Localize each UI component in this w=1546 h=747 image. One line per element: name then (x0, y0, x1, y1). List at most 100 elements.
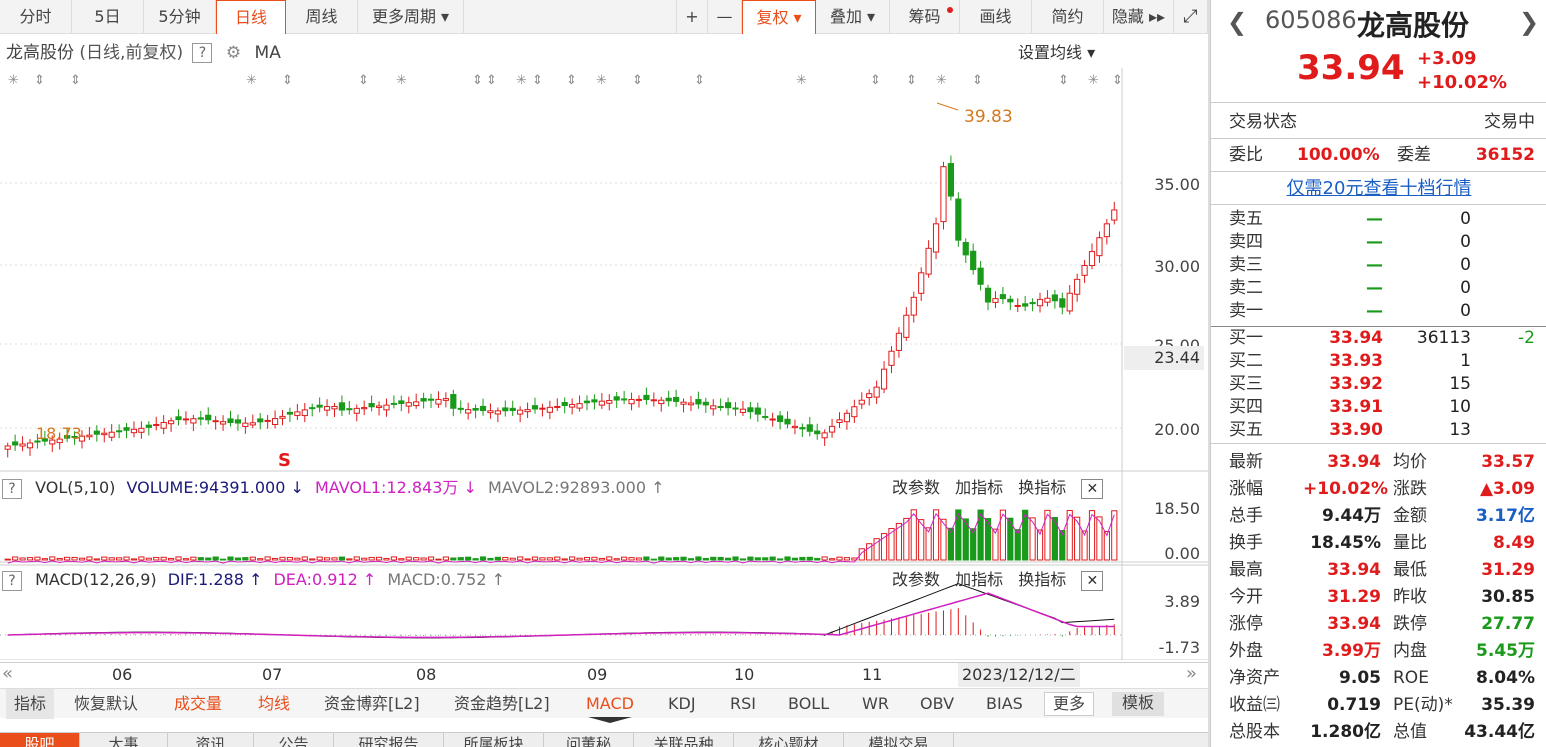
event-marker-icon[interactable]: ✳ (936, 73, 947, 88)
wr-button[interactable]: WR (862, 689, 889, 719)
tab-news[interactable]: 资讯 (168, 733, 254, 747)
prev-stock-icon[interactable]: ❮ (1227, 8, 1247, 36)
event-marker-icon[interactable]: ✳ (396, 73, 407, 88)
restore-default-button[interactable]: 恢复默认 (74, 689, 138, 719)
stat-row: 涨幅 +10.02% 涨跌 ▲3.09 (1211, 478, 1546, 501)
candle-body (279, 415, 286, 419)
event-marker-icon[interactable]: ⇕ (532, 73, 543, 88)
tab-sim-trading[interactable]: 模拟交易 (844, 733, 954, 747)
tab-core-themes[interactable]: 核心题材 (734, 733, 844, 747)
event-marker-icon[interactable]: ✳ (796, 73, 807, 88)
event-marker-icon[interactable]: ⇕ (870, 73, 881, 88)
candle-body (346, 408, 353, 411)
macd-name: MACD(12,26,9) (35, 570, 157, 589)
scroll-left-icon[interactable]: « (2, 663, 13, 684)
candle-body (598, 400, 605, 406)
level2-promo-link[interactable]: 仅需20元查看十档行情 (1211, 177, 1546, 200)
collapse-handle-icon[interactable] (588, 717, 632, 723)
event-marker-icon[interactable]: ⇕ (70, 73, 81, 88)
tab-sectors[interactable]: 所属板块 (444, 733, 544, 747)
candle-body (999, 294, 1006, 300)
volume-bar (502, 556, 509, 561)
scroll-right-icon[interactable]: » (1186, 663, 1197, 684)
vol-switch-indicator[interactable]: 换指标 (1018, 478, 1066, 497)
volume-bar (271, 557, 279, 561)
tab-research[interactable]: 研究报告 (334, 733, 444, 747)
event-marker-icon[interactable]: ⇕ (566, 73, 577, 88)
candle-body (1029, 302, 1036, 305)
event-marker-icon[interactable]: ⇕ (34, 73, 45, 88)
candle-body (153, 424, 160, 427)
event-marker-icon[interactable]: ⇕ (486, 73, 497, 88)
event-marker-icon[interactable]: ⇕ (632, 73, 643, 88)
vol-close-icon[interactable]: ✕ (1081, 478, 1104, 499)
vol-add-indicator[interactable]: 加指标 (955, 478, 1003, 497)
volume-indicator-button[interactable]: 成交量 (174, 689, 222, 719)
macd-switch-indicator[interactable]: 换指标 (1018, 570, 1066, 589)
macd-y-max: 3.89 (1164, 592, 1200, 611)
template-button[interactable]: 模板 (1112, 692, 1165, 716)
stat-value: 33.94 (1327, 560, 1381, 580)
rsi-button[interactable]: RSI (730, 689, 756, 719)
candle-body (739, 408, 747, 413)
kline-chart[interactable]: ✳ ⇕ ⇕ ✳ ⇕ ⇕ ✳ ⇕ ⇕ ✳ ⇕ ⇕ ✳ ⇕ ⇕ ✳ ⇕ ⇕ ✳ ⇕ ⇕ ✳ ⇕ 39.83 18.73 S (0, 0, 1208, 660)
vol-edit-params[interactable]: 改参数 (892, 478, 940, 497)
tab-ask-secretary[interactable]: 问董秘 (544, 733, 634, 747)
macd-edit-params[interactable]: 改参数 (892, 570, 940, 589)
event-marker-icon[interactable]: ⇕ (282, 73, 293, 88)
event-marker-icon[interactable]: ✳ (1088, 73, 1099, 88)
ma-indicator-button[interactable]: 均线 (258, 689, 290, 719)
capital-trend-button[interactable]: 资金趋势[L2] (454, 689, 550, 719)
x-label-07: 07 (262, 665, 283, 684)
candle-body (301, 409, 308, 417)
stat-value: 43.44亿 (1464, 722, 1535, 742)
volume-bar (413, 557, 420, 561)
candle-body (784, 418, 791, 425)
more-indicators-button[interactable]: 更多 (1044, 692, 1095, 716)
vol-help-button[interactable]: ? (2, 478, 22, 499)
event-marker-icon[interactable]: ⇕ (694, 73, 705, 88)
stat-label: 金额 (1393, 506, 1427, 526)
candle-body (992, 298, 999, 303)
event-marker-icon[interactable]: ⇕ (472, 73, 483, 88)
candle-body (175, 416, 182, 421)
candle-body (836, 419, 843, 424)
event-marker-icon[interactable]: ✳ (596, 73, 607, 88)
volume-bar (650, 558, 657, 561)
candle-body (888, 350, 895, 366)
volume-bar (205, 557, 212, 561)
event-marker-icon[interactable]: ⇕ (1058, 73, 1069, 88)
bid-volume: 10 (1449, 397, 1471, 417)
candle-body (234, 419, 242, 424)
stat-label: 总值 (1393, 722, 1427, 742)
candle-body (242, 422, 249, 427)
event-marker-icon[interactable]: ✳ (246, 73, 257, 88)
kdj-button[interactable]: KDJ (668, 689, 696, 719)
stat-label: 外盘 (1229, 641, 1263, 661)
macd-indicator-button[interactable]: MACD (586, 689, 634, 719)
macd-add-indicator[interactable]: 加指标 (955, 570, 1003, 589)
next-stock-icon[interactable]: ❯ (1519, 8, 1539, 36)
macd-help-button[interactable]: ? (2, 570, 22, 591)
event-marker-icon[interactable]: ⇕ (972, 73, 983, 88)
event-marker-icon[interactable]: ⇕ (906, 73, 917, 88)
tab-related[interactable]: 关联品种 (634, 733, 734, 747)
event-marker-icon[interactable]: ⇕ (1112, 73, 1123, 88)
tab-announcements[interactable]: 公告 (254, 733, 334, 747)
bias-button[interactable]: BIAS (986, 689, 1023, 719)
macd-close-icon[interactable]: ✕ (1081, 570, 1104, 591)
candle-body (702, 401, 709, 406)
capital-game-button[interactable]: 资金博弈[L2] (324, 689, 420, 719)
tab-forum[interactable]: 股吧 (0, 733, 80, 747)
event-marker-icon[interactable]: ✳ (516, 73, 527, 88)
obv-button[interactable]: OBV (920, 689, 954, 719)
tab-events[interactable]: 大事 (80, 733, 168, 747)
candle-body (1066, 292, 1073, 312)
candle-body (450, 394, 457, 409)
volume-bar (249, 556, 256, 561)
x-axis: « 06 07 08 09 10 11 2023/12/12/二 » (0, 662, 1208, 687)
event-marker-icon[interactable]: ⇕ (358, 73, 369, 88)
volume-bar (762, 557, 769, 561)
event-marker-icon[interactable]: ✳ (8, 73, 19, 88)
boll-button[interactable]: BOLL (788, 689, 829, 719)
